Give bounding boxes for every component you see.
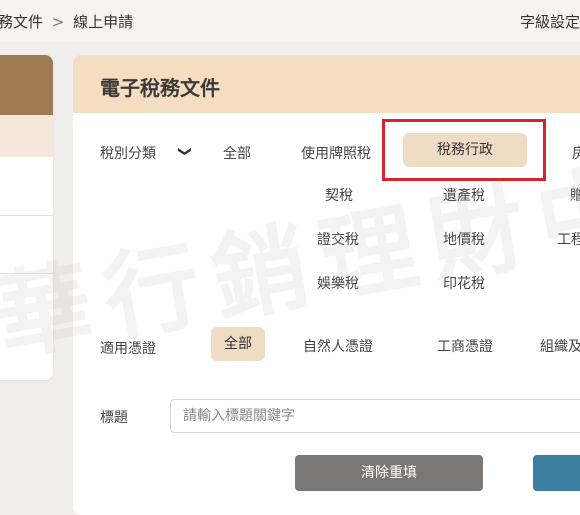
certificate-label: 適用憑證	[100, 341, 156, 357]
sidebar-card	[0, 55, 53, 380]
tax-option-all[interactable]: 全部	[223, 143, 251, 163]
certificate-option-org[interactable]: 組織及	[540, 336, 580, 356]
breadcrumb-prev[interactable]: 務文件	[0, 13, 43, 31]
tax-option-gift[interactable]: 贈	[570, 185, 580, 205]
certificate-option-business[interactable]: 工商憑證	[437, 336, 493, 356]
title-label: 標題	[100, 410, 128, 426]
breadcrumb-separator: >	[51, 13, 65, 31]
tax-option-securities[interactable]: 證交稅	[317, 229, 359, 249]
sidebar-header	[0, 55, 53, 115]
font-size-setting[interactable]: 字級設定	[520, 11, 580, 32]
tax-option-stamp[interactable]: 印花稅	[443, 273, 485, 293]
certificate-option-natural[interactable]: 自然人憑證	[303, 336, 373, 356]
tax-option-estate[interactable]: 遺產稅	[443, 185, 485, 205]
filter-card-header: 電子稅務文件	[73, 55, 580, 113]
search-button[interactable]	[533, 455, 580, 491]
tax-category-label: 稅別分類	[100, 146, 156, 162]
tax-option-amusement[interactable]: 娛樂稅	[317, 273, 359, 293]
sidebar-divider	[0, 215, 53, 216]
tax-option-deed[interactable]: 契稅	[325, 185, 353, 205]
top-bar: 務文件 > 線上申請 字級設定	[0, 0, 580, 42]
filter-card: 電子稅務文件 稅別分類 ❯ 全部 使用牌照稅 稅務行政 房 契稅 遺產稅 贈 證…	[73, 55, 580, 515]
breadcrumb: 務文件 > 線上申請	[0, 11, 133, 32]
tax-option-engineering[interactable]: 工程	[557, 229, 580, 249]
sidebar-active-band[interactable]	[0, 115, 53, 157]
tax-option-land-value[interactable]: 地價稅	[443, 229, 485, 249]
page-title: 電子稅務文件	[100, 76, 220, 100]
highlight-box	[382, 119, 546, 181]
certificate-option-all[interactable]: 全部	[211, 327, 265, 361]
sidebar-divider	[0, 273, 53, 274]
title-search-input[interactable]: 請輸入標題關鍵字	[170, 399, 580, 433]
tax-option-house[interactable]: 房	[572, 143, 580, 163]
clear-button[interactable]: 清除重填	[295, 455, 483, 491]
breadcrumb-current: 線上申請	[73, 13, 134, 31]
chevron-down-icon[interactable]: ❯	[177, 146, 192, 157]
tax-option-license[interactable]: 使用牌照稅	[301, 143, 371, 163]
